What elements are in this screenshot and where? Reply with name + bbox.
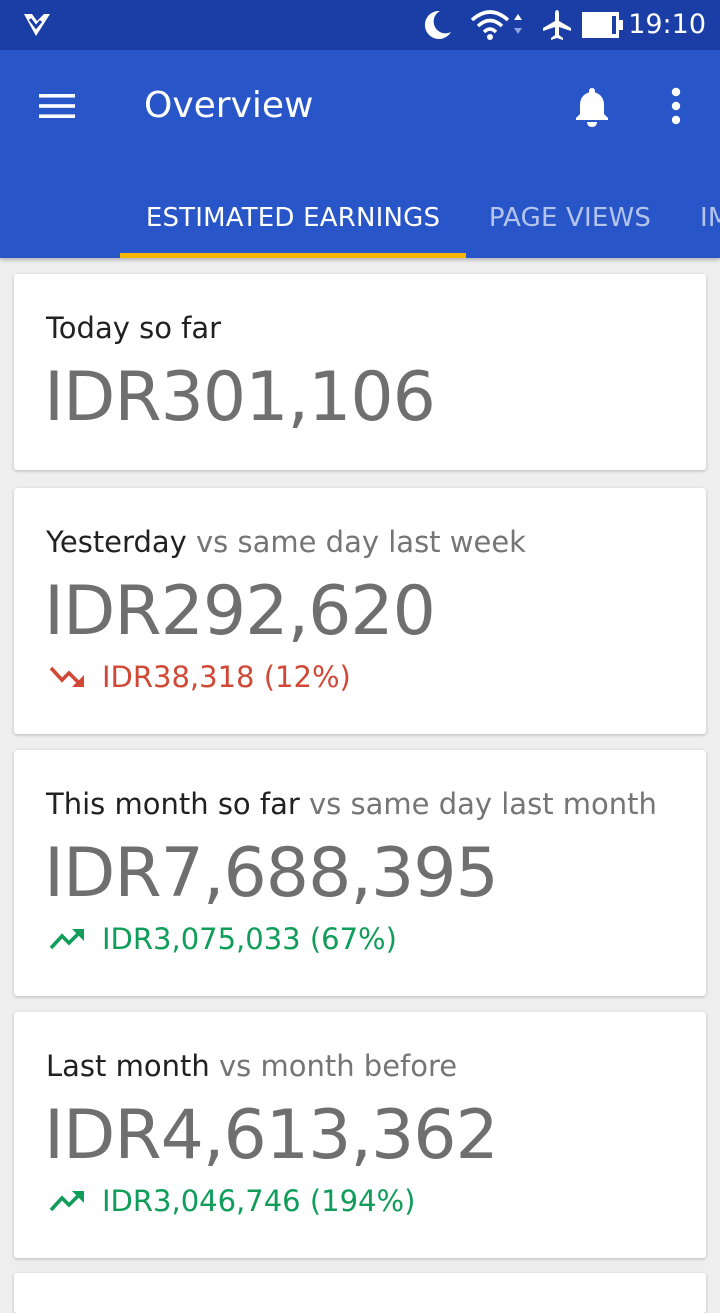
change-indicator: IDR38,318 (12%) xyxy=(48,656,351,698)
comparison-label: vs same day last month xyxy=(299,787,657,821)
card-today[interactable]: Today so far IDR301,106 xyxy=(14,274,706,470)
trending-up-icon xyxy=(49,929,84,950)
moon-icon xyxy=(424,10,451,39)
card-label: This month so far vs same day last month xyxy=(46,784,657,824)
menu-icon xyxy=(39,94,75,118)
status-time: 19:10 xyxy=(628,9,706,40)
earnings-value: IDR301,106 xyxy=(44,358,436,437)
card-yesterday[interactable]: Yesterday vs same day last week IDR292,6… xyxy=(14,488,706,734)
battery-icon xyxy=(582,12,623,38)
earnings-value: IDR4,613,362 xyxy=(44,1096,499,1175)
change-value: IDR38,318 (12%) xyxy=(102,660,351,694)
notifications-button[interactable] xyxy=(566,78,618,134)
card-label: Yesterday vs same day last week xyxy=(46,522,526,562)
period-label: Yesterday xyxy=(46,525,187,559)
tab-estimated-earnings[interactable]: ESTIMATED EARNINGS xyxy=(120,178,466,258)
earnings-value: IDR292,620 xyxy=(44,572,436,651)
card-next[interactable] xyxy=(14,1273,706,1313)
comparison-label: vs same day last week xyxy=(186,525,526,559)
comparison-label: vs month before xyxy=(209,1049,458,1083)
app-logo-icon xyxy=(24,14,50,36)
tab-impressions[interactable]: IMPRESSIONS xyxy=(686,178,720,258)
period-label: This month so far xyxy=(46,787,300,821)
menu-button[interactable] xyxy=(22,78,92,134)
card-this-month[interactable]: This month so far vs same day last month… xyxy=(14,750,706,996)
wifi-icon xyxy=(470,10,522,40)
status-bar: 19:10 xyxy=(0,0,720,50)
change-indicator: IDR3,046,746 (194%) xyxy=(48,1180,415,1222)
trending-down-icon xyxy=(49,666,84,687)
card-label: Today so far xyxy=(46,308,221,348)
card-last-month[interactable]: Last month vs month before IDR4,613,362 … xyxy=(14,1012,706,1258)
period-label: Last month xyxy=(46,1049,210,1083)
change-indicator: IDR3,075,033 (67%) xyxy=(48,918,397,960)
more-vert-icon xyxy=(671,87,681,125)
change-value: IDR3,075,033 (67%) xyxy=(102,922,397,956)
app-bar: Overview ESTIMATED EARNINGS PAGE VIEWS I… xyxy=(0,50,720,258)
airplane-icon xyxy=(543,10,571,40)
page-title: Overview xyxy=(144,85,314,126)
bell-icon xyxy=(576,88,608,127)
trending-up-icon xyxy=(49,1191,84,1212)
change-value: IDR3,046,746 (194%) xyxy=(102,1184,416,1218)
period-label: Today so far xyxy=(46,311,222,345)
tab-bar: ESTIMATED EARNINGS PAGE VIEWS IMPRESSION… xyxy=(0,178,720,258)
tab-indicator xyxy=(120,253,466,258)
tab-page-views[interactable]: PAGE VIEWS xyxy=(466,178,674,258)
more-options-button[interactable] xyxy=(652,78,700,134)
earnings-value: IDR7,688,395 xyxy=(44,834,499,913)
card-label: Last month vs month before xyxy=(46,1046,457,1086)
